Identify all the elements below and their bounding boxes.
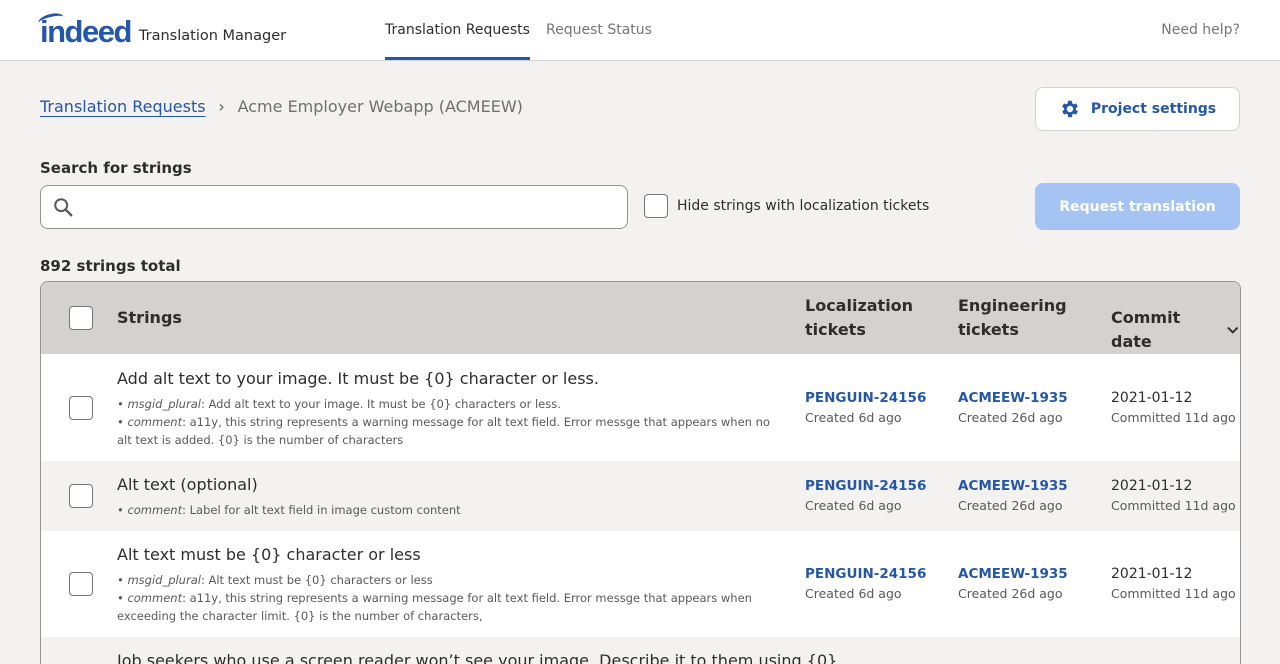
commit-date: 2021-01-12: [1111, 390, 1193, 406]
note-item: • comment: a11y, this string represents …: [117, 415, 770, 447]
committed-ago: Committed 11d ago: [1111, 498, 1236, 513]
localization-ticket-link[interactable]: PENGUIN-24156: [805, 566, 926, 582]
row-checkbox[interactable]: [69, 484, 93, 508]
hide-localized-checkbox[interactable]: [644, 194, 668, 218]
strings-total-count: 892 strings total: [40, 257, 181, 275]
commit-date: 2021-01-12: [1111, 478, 1193, 494]
localization-ticket-created: Created 6d ago: [805, 498, 902, 513]
string-text: Job seekers who use a screen reader won’…: [117, 651, 838, 664]
committed-ago: Committed 11d ago: [1111, 586, 1236, 601]
string-notes: • msgid_plural: Add alt text to your ima…: [117, 395, 777, 449]
engineering-ticket-link[interactable]: ACMEEW-1935: [958, 478, 1068, 494]
breadcrumb-current-project: Acme Employer Webapp (ACMEEW): [237, 97, 523, 116]
breadcrumb: Translation Requests › Acme Employer Web…: [40, 97, 523, 116]
search-input[interactable]: [87, 186, 617, 228]
row-checkbox[interactable]: [69, 572, 93, 596]
string-text: Add alt text to your image. It must be {…: [117, 369, 599, 388]
hide-localized-label: Hide strings with localization tickets: [677, 198, 930, 214]
engineering-ticket-link[interactable]: ACMEEW-1935: [958, 390, 1068, 406]
gear-icon: [1061, 100, 1078, 118]
table-row: Job seekers who use a screen reader won’…: [41, 637, 1240, 664]
localization-ticket-created: Created 6d ago: [805, 410, 902, 425]
strings-table: Strings Localization tickets Engineering…: [40, 281, 1241, 664]
column-header-localization-tickets: Localization tickets: [805, 296, 914, 339]
commit-date-label: Commit date: [1111, 308, 1181, 351]
string-notes: • comment: Label for alt text field in i…: [117, 501, 777, 519]
localization-ticket-created: Created 6d ago: [805, 586, 902, 601]
string-notes: • msgid_plural: Alt text must be {0} cha…: [117, 571, 777, 625]
engineering-ticket-created: Created 26d ago: [958, 586, 1063, 601]
project-settings-button[interactable]: Project settings: [1035, 87, 1240, 131]
indeed-logo[interactable]: indeed Translation Manager: [36, 11, 287, 48]
table-row: Alt text must be {0} character or less •…: [41, 531, 1240, 637]
search-label: Search for strings: [40, 159, 192, 177]
note-item: • msgid_plural: Alt text must be {0} cha…: [117, 573, 433, 587]
string-text: Alt text must be {0} character or less: [117, 545, 421, 564]
tab-translation-requests[interactable]: Translation Requests: [385, 0, 530, 60]
note-item: • msgid_plural: Add alt text to your ima…: [117, 397, 561, 411]
localization-ticket-link[interactable]: PENGUIN-24156: [805, 390, 926, 406]
commit-date: 2021-01-12: [1111, 566, 1193, 582]
request-translation-button[interactable]: Request translation: [1035, 183, 1240, 230]
column-header-commit-date[interactable]: Commit date: [1111, 306, 1240, 354]
table-header: Strings Localization tickets Engineering…: [41, 282, 1240, 354]
localization-ticket-link[interactable]: PENGUIN-24156: [805, 478, 926, 494]
search-box: [40, 185, 628, 229]
breadcrumb-translation-requests-link[interactable]: Translation Requests: [40, 97, 206, 116]
select-all-checkbox[interactable]: [69, 306, 93, 330]
project-settings-label: Project settings: [1090, 101, 1217, 117]
row-checkbox[interactable]: [69, 396, 93, 420]
engineering-ticket-created: Created 26d ago: [958, 410, 1063, 425]
table-row: Add alt text to your image. It must be {…: [41, 354, 1240, 461]
engineering-ticket-created: Created 26d ago: [958, 498, 1063, 513]
search-icon: [54, 198, 73, 217]
note-item: • comment: Label for alt text field in i…: [117, 503, 461, 517]
tab-request-status[interactable]: Request Status: [546, 0, 652, 60]
chevron-down-icon: [1227, 326, 1239, 334]
committed-ago: Committed 11d ago: [1111, 410, 1236, 425]
note-item: • comment: a11y, this string represents …: [117, 591, 752, 623]
chevron-right-icon: ›: [218, 97, 225, 116]
table-row: Alt text (optional) • comment: Label for…: [41, 461, 1240, 531]
string-text: Alt text (optional): [117, 475, 258, 494]
engineering-ticket-link[interactable]: ACMEEW-1935: [958, 566, 1068, 582]
hide-localized-toggle[interactable]: Hide strings with localization tickets: [644, 194, 929, 218]
column-header-strings: Strings: [117, 308, 182, 327]
top-navigation-bar: indeed Translation Manager Translation R…: [0, 0, 1280, 61]
need-help-link[interactable]: Need help?: [1161, 0, 1240, 60]
indeed-wordmark: indeed: [36, 11, 132, 48]
app-name: Translation Manager: [138, 28, 287, 44]
column-header-engineering-tickets: Engineering tickets: [958, 296, 1067, 339]
